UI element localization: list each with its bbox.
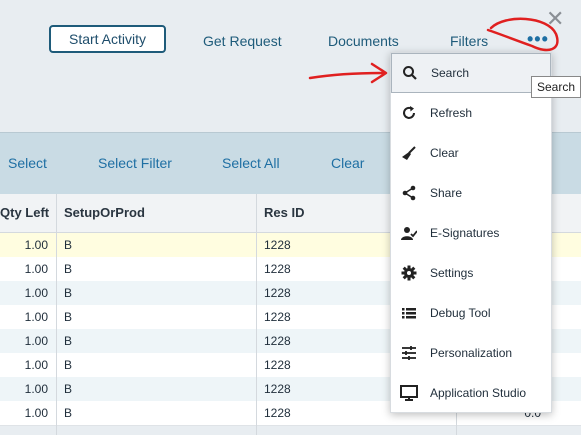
annotation-overlay (308, 17, 559, 84)
red-arrow-annotation (308, 62, 388, 84)
red-circle-annotation (486, 17, 559, 52)
